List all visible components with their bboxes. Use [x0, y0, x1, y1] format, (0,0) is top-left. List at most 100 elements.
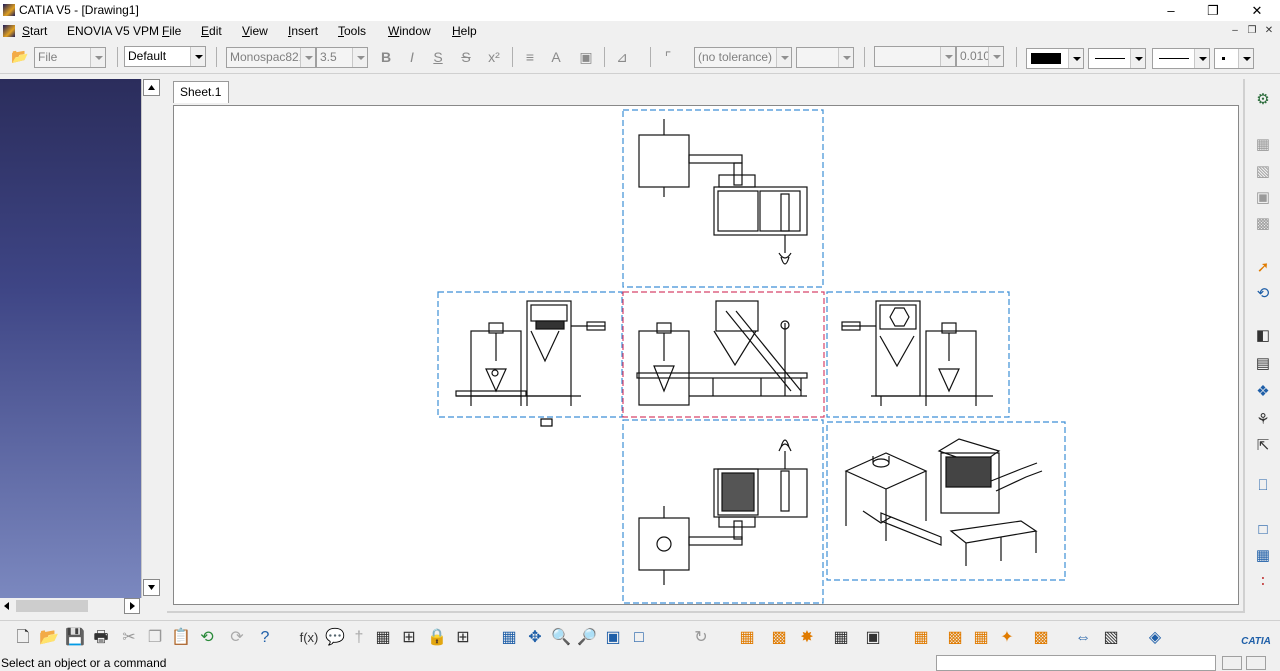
analysis-icon[interactable]: ◈ [1144, 627, 1166, 649]
tree-horizontal-scrollbar[interactable] [0, 598, 141, 615]
line-type-combo[interactable] [1152, 48, 1210, 69]
minimize-icon[interactable]: – [1148, 0, 1194, 21]
table-icon[interactable]: ▦ [372, 627, 394, 649]
offset-view-icon[interactable]: ◧ [1250, 325, 1276, 347]
pan-icon[interactable]: ✥ [524, 627, 546, 649]
scroll-left-icon[interactable] [0, 598, 14, 614]
front-view-frame[interactable] [622, 291, 825, 418]
superscript-icon[interactable]: x² [484, 47, 504, 67]
document-icon[interactable] [3, 25, 15, 37]
menu-view[interactable]: View [242, 24, 268, 38]
swap-icon[interactable]: ⇔ [1072, 627, 1094, 649]
breakout-icon[interactable]: ❖ [1250, 381, 1276, 403]
menu-tools[interactable]: Tools [338, 24, 366, 38]
save-icon[interactable]: 💾 [64, 627, 86, 649]
fx-icon[interactable]: ✸ [796, 627, 818, 649]
sketch-icon[interactable]: ▩ [768, 627, 790, 649]
layer-icon[interactable]: ▩ [1030, 627, 1052, 649]
mdi-restore-icon[interactable]: ❐ [1245, 25, 1259, 39]
formula-icon[interactable]: f(x) [298, 627, 320, 649]
paste-icon[interactable]: 📋 [170, 627, 192, 649]
insert-symbol-icon[interactable]: ⊿ [612, 47, 632, 67]
line-thickness-combo[interactable] [1088, 48, 1146, 69]
isometric-view-frame[interactable] [826, 421, 1066, 581]
redo-icon[interactable]: ⟳ [226, 627, 248, 649]
whats-this-icon[interactable]: ? [254, 627, 276, 649]
section-icon[interactable]: ▧ [1250, 161, 1276, 183]
menu-window[interactable]: Window [388, 24, 431, 38]
menu-file[interactable]: File [162, 24, 181, 38]
new-icon[interactable]: 🗋 [12, 627, 34, 649]
menu-edit[interactable]: Edit [201, 24, 222, 38]
normal-view-icon[interactable]: ▣ [602, 627, 624, 649]
tolerance-combo[interactable]: (no tolerance) [694, 47, 792, 68]
open-icon[interactable]: 📂 [38, 627, 60, 649]
style-combo[interactable]: Default [124, 46, 206, 67]
point-type-combo[interactable] [1214, 48, 1254, 69]
copy-icon[interactable]: ❐ [144, 627, 166, 649]
broken-view-icon[interactable]: ▤ [1250, 353, 1276, 375]
scroll-down-icon[interactable] [143, 579, 160, 596]
anchor-point-icon[interactable]: ▣ [576, 47, 596, 67]
mdi-close-icon[interactable]: ✕ [1262, 25, 1276, 39]
clipping-icon[interactable]: ▩ [1250, 213, 1276, 235]
fit-all-icon[interactable]: ▦ [498, 627, 520, 649]
undo-icon[interactable]: ⟲ [196, 627, 218, 649]
print-icon[interactable]: 🖶 [90, 627, 112, 649]
command-input[interactable] [936, 655, 1216, 671]
grid-icon[interactable]: ▦ [736, 627, 758, 649]
tree-vertical-scrollbar[interactable] [141, 79, 160, 598]
dimension-type-combo[interactable] [874, 46, 956, 67]
dress-up-icon[interactable]: ⎕ [1250, 475, 1276, 497]
font-size-combo[interactable]: 3.5 [316, 47, 368, 68]
catia-app-icon[interactable] [3, 4, 15, 16]
detail-icon[interactable]: ▣ [1250, 187, 1276, 209]
precision-combo[interactable]: 0.0100 [956, 46, 1004, 67]
rectangle-icon[interactable]: □ [1250, 519, 1276, 541]
menu-help[interactable]: Help [452, 24, 477, 38]
catalog-icon[interactable]: 🔒 [426, 627, 448, 649]
strikethrough-icon[interactable]: S [456, 47, 476, 67]
command-history-icon[interactable] [1246, 656, 1266, 670]
design-table-icon[interactable]: ⊞ [398, 627, 420, 649]
compass-icon[interactable]: ✦ [996, 627, 1018, 649]
text-frame-icon[interactable]: A [546, 47, 566, 67]
tolerance-icon[interactable]: ⌜ [658, 47, 678, 67]
points-icon[interactable]: ∶ [1250, 571, 1276, 593]
font-combo[interactable]: Monospac821 [226, 47, 316, 68]
frame-icon[interactable]: ▣ [862, 627, 884, 649]
hatch-icon[interactable]: ▦ [910, 627, 932, 649]
table-icon[interactable]: ▦ [1250, 545, 1276, 567]
view-mode-icon[interactable]: □ [628, 627, 650, 649]
projection-icon[interactable]: ⇱ [1250, 435, 1276, 457]
layout-icon[interactable]: ▩ [944, 627, 966, 649]
update-icon[interactable]: ↻ [690, 627, 712, 649]
top-view-frame[interactable] [622, 109, 824, 288]
underline-icon[interactable]: S [428, 47, 448, 67]
mdi-minimize-icon[interactable]: – [1228, 25, 1242, 39]
menu-enovia[interactable]: ENOVIA V5 VPM [67, 24, 159, 38]
drawing-sheet[interactable] [173, 105, 1239, 605]
comment-icon[interactable]: 💬 [324, 627, 346, 649]
view-creation-icon[interactable]: ▦ [1250, 134, 1276, 156]
open-icon[interactable]: 📂 [10, 46, 30, 66]
menu-start[interactable]: Start [22, 24, 47, 38]
scroll-thumb[interactable] [16, 600, 88, 612]
left-view-frame[interactable] [437, 291, 623, 418]
tolerance-value-combo[interactable] [796, 47, 854, 68]
sheet-tab[interactable]: Sheet.1 [173, 81, 229, 103]
menu-insert[interactable]: Insert [288, 24, 318, 38]
specification-tree-panel[interactable] [0, 79, 141, 598]
color-combo[interactable] [1026, 48, 1084, 69]
zoom-out-icon[interactable]: 🔎 [576, 627, 598, 649]
file-combo[interactable]: File [34, 47, 106, 68]
scroll-up-icon[interactable] [143, 79, 160, 96]
align-icon[interactable]: ≡ [520, 47, 540, 67]
command-options-icon[interactable] [1222, 656, 1242, 670]
select-icon[interactable]: ➚ [1250, 257, 1276, 279]
workbench-icon[interactable]: ⚙ [1250, 89, 1276, 111]
italic-icon[interactable]: I [402, 47, 422, 67]
cut-icon[interactable]: ✂ [118, 627, 140, 649]
scroll-right-icon[interactable] [124, 598, 140, 614]
properties-icon[interactable]: ▧ [1100, 627, 1122, 649]
